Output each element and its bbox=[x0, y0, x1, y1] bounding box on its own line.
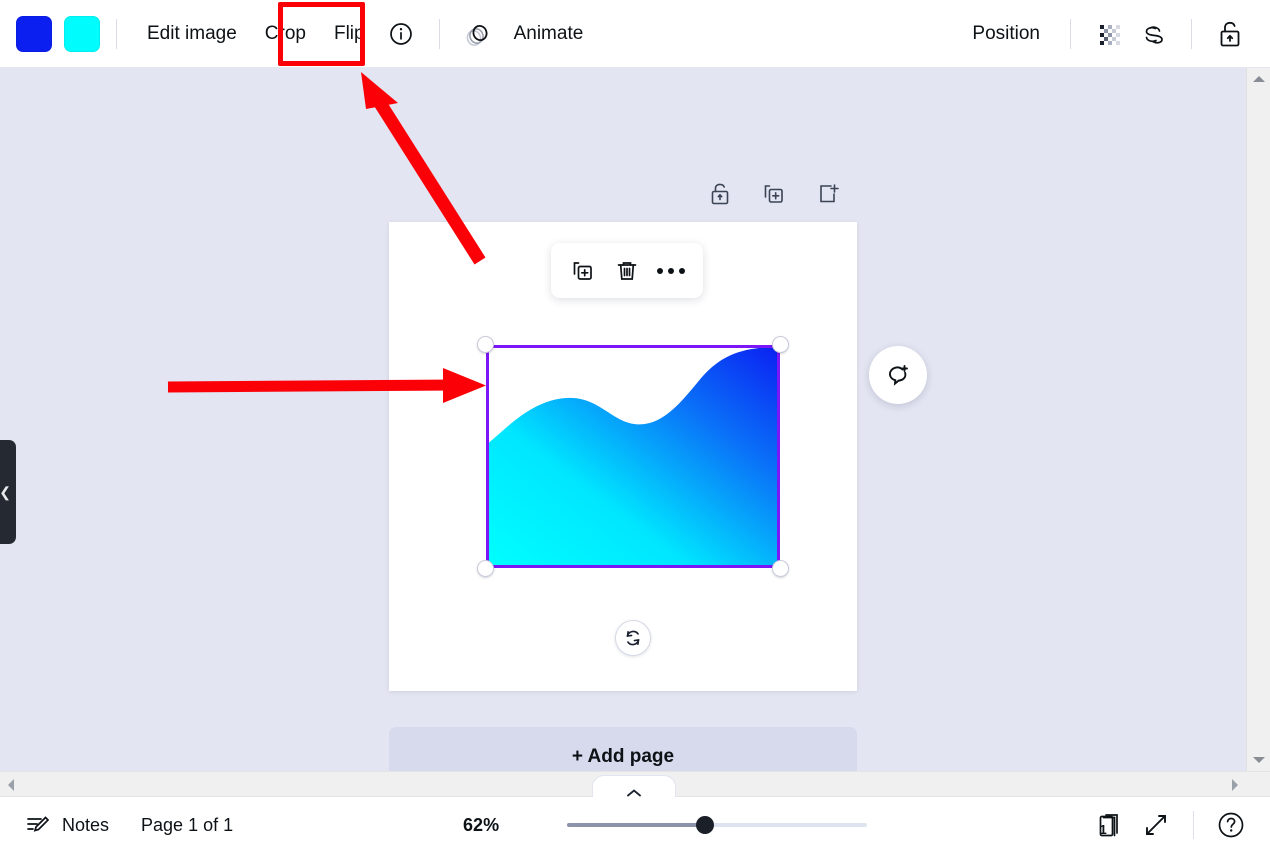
crop-button[interactable]: Crop bbox=[251, 16, 320, 51]
object-context-toolbar bbox=[551, 243, 703, 298]
page-indicator: Page 1 of 1 bbox=[141, 814, 234, 835]
pages-badge: 1 bbox=[1099, 822, 1107, 837]
top-toolbar: Edit image Crop Flip Animate Position bbox=[0, 0, 1270, 68]
design-canvas-area[interactable]: ❮ + Add page bbox=[0, 68, 1246, 771]
fullscreen-icon[interactable] bbox=[1133, 802, 1179, 848]
toolbar-right-group: Position bbox=[958, 12, 1270, 56]
notes-button[interactable]: Notes bbox=[14, 804, 119, 846]
page-action-icons bbox=[700, 174, 848, 214]
zoom-slider[interactable] bbox=[567, 814, 868, 836]
ellipsis-dots bbox=[657, 267, 685, 274]
help-icon[interactable] bbox=[1208, 802, 1254, 848]
color-swatch-cyan[interactable] bbox=[64, 15, 100, 52]
zoom-slider-knob[interactable] bbox=[696, 816, 715, 834]
rotate-icon[interactable] bbox=[615, 620, 651, 656]
bottom-status-bar: Notes Page 1 of 1 62% 1 bbox=[0, 797, 1270, 853]
page-manager-icon[interactable]: 1 bbox=[1087, 802, 1133, 848]
notes-label: Notes bbox=[62, 814, 110, 835]
scroll-down-arrow[interactable] bbox=[1247, 749, 1270, 771]
chevron-left-icon: ❮ bbox=[0, 484, 11, 500]
delete-object-icon[interactable] bbox=[607, 251, 647, 291]
resize-handle-top-left[interactable] bbox=[477, 336, 494, 353]
resize-handle-bottom-right[interactable] bbox=[772, 560, 789, 577]
toolbar-divider-3 bbox=[1070, 18, 1071, 49]
wave-gradient-image bbox=[486, 345, 780, 568]
resize-handle-top-right[interactable] bbox=[772, 336, 789, 353]
vertical-scrollbar[interactable] bbox=[1246, 68, 1270, 771]
animate-button[interactable]: Animate bbox=[500, 16, 598, 51]
link-icon[interactable] bbox=[1131, 12, 1175, 56]
toolbar-divider-4 bbox=[1191, 18, 1192, 49]
canva-editor-window: Edit image Crop Flip Animate Position ❮ … bbox=[0, 0, 1270, 853]
zoom-slider-fill bbox=[567, 823, 706, 827]
zoom-level-label: 62% bbox=[463, 814, 500, 835]
page-add-icon[interactable] bbox=[808, 174, 848, 214]
resize-handle-bottom-left[interactable] bbox=[477, 560, 494, 577]
unlock-icon[interactable] bbox=[1208, 12, 1252, 56]
duplicate-object-icon[interactable] bbox=[563, 251, 603, 291]
edit-image-button[interactable]: Edit image bbox=[133, 16, 251, 51]
notes-icon bbox=[24, 811, 52, 839]
page-duplicate-icon[interactable] bbox=[754, 174, 794, 214]
info-icon[interactable] bbox=[379, 12, 423, 56]
bottombar-divider bbox=[1193, 811, 1195, 839]
scroll-left-arrow[interactable] bbox=[0, 772, 22, 798]
position-button[interactable]: Position bbox=[958, 16, 1054, 51]
flip-button[interactable]: Flip bbox=[320, 16, 379, 51]
collapse-sidebar-handle[interactable]: ❮ bbox=[0, 440, 16, 544]
toolbar-divider-1 bbox=[116, 18, 117, 49]
transparency-checkerboard-icon[interactable] bbox=[1087, 12, 1131, 56]
add-comment-icon[interactable] bbox=[869, 346, 927, 404]
scroll-up-arrow[interactable] bbox=[1247, 68, 1270, 90]
crop-button-wrapper: Crop bbox=[251, 16, 320, 51]
toolbar-divider-2 bbox=[438, 18, 440, 49]
add-page-button[interactable]: + Add page bbox=[389, 727, 857, 771]
scroll-right-arrow[interactable] bbox=[1224, 772, 1246, 798]
color-swatch-blue[interactable] bbox=[16, 15, 52, 52]
animate-icon[interactable] bbox=[456, 12, 500, 56]
more-options-icon[interactable] bbox=[651, 251, 691, 291]
page-lock-icon[interactable] bbox=[700, 174, 740, 214]
selected-image-object[interactable] bbox=[477, 336, 789, 577]
